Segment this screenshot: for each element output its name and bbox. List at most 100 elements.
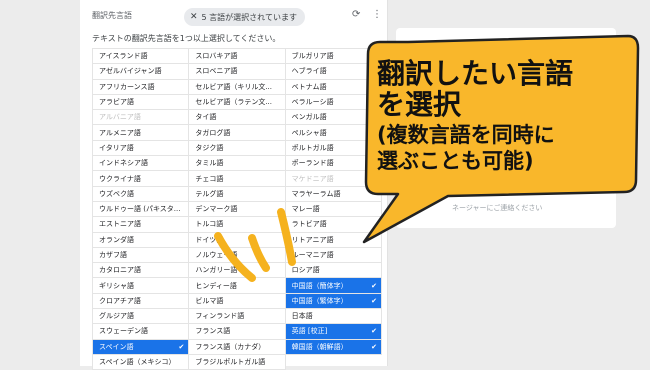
- more-vert-icon[interactable]: ⋮: [372, 9, 382, 20]
- language-option-label: ルーマニア語: [291, 251, 334, 259]
- language-option[interactable]: ウズベク語: [93, 186, 190, 202]
- language-option[interactable]: アゼルバイジャン語: [93, 64, 190, 80]
- language-option[interactable]: 日本語: [285, 309, 382, 325]
- language-option[interactable]: インドネシア語: [93, 156, 190, 172]
- language-option-label: クロアチア語: [99, 296, 141, 305]
- language-option[interactable]: リトアニア語: [285, 232, 382, 248]
- language-option-label: カザフ語: [99, 251, 127, 259]
- language-option[interactable]: スペイン語（メキシコ）: [93, 354, 190, 370]
- language-grid: アイスランド語 アゼルバイジャン語 アフリカーンス語 アラビア語 アルバニア語 アルメニア…: [92, 48, 382, 370]
- language-option[interactable]: タジク語: [189, 140, 286, 157]
- language-option-label: エストニア語: [99, 220, 141, 229]
- language-option[interactable]: ウクライナ語: [93, 171, 190, 187]
- language-option[interactable]: スロベニア語: [189, 64, 286, 80]
- callout-line2: を選択: [377, 88, 462, 122]
- language-option[interactable]: スウェーデン語: [93, 324, 190, 340]
- language-option[interactable]: ビルマ語: [189, 293, 286, 310]
- language-option[interactable]: ポルトガル語: [285, 140, 382, 157]
- language-option-label: ロシア語: [291, 266, 320, 275]
- language-option-label: ヒンディー語: [195, 281, 237, 290]
- language-option[interactable]: アルメニア語: [93, 125, 190, 141]
- language-option[interactable]: カザフ語: [93, 247, 190, 264]
- language-option[interactable]: 中国語（簡体字） ✔: [285, 278, 382, 294]
- callout-line4: 選ぶことも可能): [377, 149, 534, 174]
- language-option[interactable]: ヘブライ語: [285, 64, 382, 80]
- language-option[interactable]: ベラルーシ語: [285, 94, 382, 111]
- language-option-label: デンマーク語: [195, 205, 238, 214]
- language-option[interactable]: タイ語: [189, 110, 286, 126]
- selected-count-chip[interactable]: ✕ 5 言語が選択されています: [184, 8, 305, 26]
- language-option[interactable]: ヒンディー語: [189, 278, 286, 294]
- language-option[interactable]: ペルシャ語: [285, 125, 382, 141]
- language-option-label: ビルマ語: [195, 296, 224, 305]
- close-icon[interactable]: ✕: [190, 12, 198, 22]
- language-option[interactable]: タミル語: [189, 156, 286, 172]
- language-option[interactable]: イタリア語: [93, 140, 190, 157]
- language-option[interactable]: チェコ語: [189, 171, 286, 187]
- language-option-label: タジク語: [195, 143, 224, 152]
- language-option-label: スロベニア語: [195, 67, 238, 76]
- language-option[interactable]: アフリカーンス語: [93, 79, 190, 95]
- language-option[interactable]: ロシア語: [285, 263, 382, 279]
- language-option[interactable]: スペイン語 ✔: [93, 339, 190, 355]
- language-option-label: アゼルバイジャン語: [99, 67, 162, 76]
- language-option-label: 英語 [校正]: [291, 327, 328, 336]
- language-option-label: スウェーデン語: [99, 327, 148, 336]
- language-option[interactable]: ウルドゥー語 (パキスタ...: [93, 201, 190, 218]
- language-option[interactable]: アイスランド語: [93, 49, 190, 65]
- language-option[interactable]: ノルウェー語: [189, 247, 286, 264]
- language-option[interactable]: フィンランド語: [189, 309, 286, 325]
- language-option[interactable]: トルコ語: [189, 217, 286, 233]
- language-option[interactable]: ポーランド語: [285, 156, 382, 172]
- language-option[interactable]: フランス語（カナダ）: [189, 339, 286, 355]
- language-option[interactable]: 中国語（繁体字） ✔: [285, 293, 382, 310]
- language-option-label: スペイン語: [99, 342, 134, 351]
- language-option-label: アラビア語: [99, 98, 134, 107]
- language-option[interactable]: テルグ語: [189, 186, 286, 202]
- check-icon: ✔: [371, 281, 377, 290]
- language-option[interactable]: オランダ語: [93, 232, 190, 248]
- callout-line3: (複数言語を同時に: [377, 122, 555, 147]
- language-option[interactable]: ベトナム語: [285, 79, 382, 95]
- language-option-label: ベトナム語: [291, 82, 327, 91]
- sync-icon[interactable]: ⟳: [352, 9, 360, 20]
- language-option[interactable]: スロバキア語: [189, 49, 286, 65]
- language-option-label: タガログ語: [195, 128, 231, 137]
- check-icon: ✔: [178, 342, 185, 351]
- language-option[interactable]: カタロニア語: [93, 263, 190, 279]
- language-option[interactable]: ベンガル語: [285, 110, 382, 126]
- language-option-label: チェコ語: [195, 174, 224, 183]
- language-option-label: トルコ語: [195, 220, 224, 229]
- language-option-label: タイ語: [195, 113, 217, 122]
- language-option[interactable]: ハンガリー語: [189, 263, 286, 279]
- language-option-label: タミル語: [195, 159, 224, 168]
- language-option[interactable]: ドイツ語: [189, 232, 286, 248]
- language-option[interactable]: セルビア語（ラテン文...: [189, 94, 286, 111]
- language-option[interactable]: クロアチア語: [93, 293, 190, 310]
- language-option[interactable]: グルジア語: [93, 309, 190, 325]
- language-option-label: ベンガル語: [291, 113, 327, 122]
- language-option[interactable]: デンマーク語: [189, 201, 286, 218]
- check-icon: ✔: [371, 342, 377, 351]
- language-option[interactable]: マレー語: [285, 201, 382, 218]
- language-option[interactable]: ギリシャ語: [93, 278, 190, 294]
- language-option-label: セルビア語（キリル文...: [195, 82, 273, 91]
- language-option[interactable]: ブラジルポルトガル語: [189, 354, 286, 370]
- language-option-label: フランス語（カナダ）: [195, 342, 266, 351]
- language-option-label: ドイツ語: [195, 235, 224, 244]
- language-option[interactable]: ルーマニア語: [285, 247, 382, 264]
- language-option[interactable]: 韓国語（朝鮮語） ✔: [285, 339, 382, 355]
- contact-link[interactable]: ネージャーにご連絡ください: [452, 203, 542, 213]
- language-option[interactable]: マラヤーラム語: [285, 186, 382, 202]
- language-option[interactable]: 英語 [校正] ✔: [285, 324, 382, 340]
- panel-header-label: 翻訳先言語: [92, 11, 132, 20]
- language-option[interactable]: アラビア語: [93, 94, 190, 111]
- language-option-label: ハンガリー語: [195, 266, 238, 275]
- target-language-panel: 翻訳先言語 ✕ 5 言語が選択されています ⟳ ⋮ テキストの翻訳先言語を1つ以…: [80, 0, 388, 370]
- language-option[interactable]: エストニア語: [93, 217, 190, 233]
- language-option[interactable]: フランス語: [189, 324, 286, 340]
- language-option[interactable]: ラトビア語: [285, 217, 382, 233]
- language-option[interactable]: セルビア語（キリル文...: [189, 79, 286, 95]
- language-option[interactable]: タガログ語: [189, 125, 286, 141]
- language-option[interactable]: ブルガリア語: [285, 49, 382, 65]
